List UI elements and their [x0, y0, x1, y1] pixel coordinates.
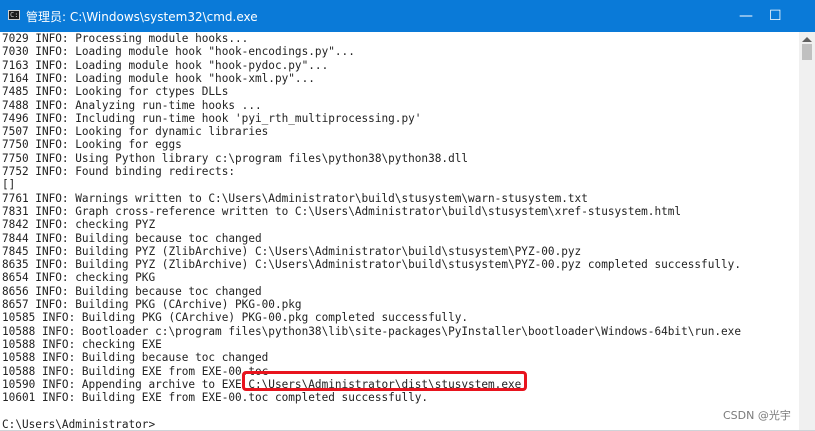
- scrollbar-thumb[interactable]: [802, 44, 812, 60]
- watermark: CSDN @光宇: [723, 409, 791, 422]
- console-line: 7164 INFO: Loading module hook "hook-xml…: [2, 70, 315, 85]
- console-line: 8654 INFO: checking PKG: [2, 270, 156, 285]
- console-line: 7507 INFO: Looking for dynamic libraries: [2, 124, 269, 139]
- console-line: 10588 INFO: Building EXE from EXE-00.toc: [2, 363, 269, 378]
- console-line: 10588 INFO: Bootloader c:\program files\…: [2, 323, 742, 338]
- console-line: 10588 INFO: Building because toc changed: [2, 350, 269, 365]
- console-line: 7488 INFO: Analyzing run-time hooks ...: [2, 97, 262, 112]
- console-line: 8635 INFO: Building PYZ (ZlibArchive) C:…: [2, 257, 742, 272]
- vertical-scrollbar[interactable]: [799, 32, 815, 431]
- console-line: 7163 INFO: Loading module hook "hook-pyd…: [2, 57, 329, 72]
- window-title: 管理员: C:\Windows\system32\cmd.exe: [26, 10, 258, 24]
- console-line: 10585 INFO: Building PKG (CArchive) PKG-…: [2, 310, 469, 325]
- console-line: 7845 INFO: Building PYZ (ZlibArchive) C:…: [2, 243, 582, 258]
- cmd-icon: C:: [8, 10, 20, 20]
- console-line: 10588 INFO: checking EXE: [2, 336, 162, 351]
- console-line: 7030 INFO: Loading module hook "hook-enc…: [2, 44, 355, 59]
- console-line: 7029 INFO: Processing module hooks...: [2, 32, 249, 45]
- minimize-button[interactable]: —: [723, 0, 769, 32]
- command-prompt: C:\Users\Administrator>: [2, 416, 156, 431]
- console-line: 8657 INFO: Building PKG (CArchive) PKG-0…: [2, 297, 302, 311]
- title-bar[interactable]: C: 管理员: C:\Windows\system32\cmd.exe — ☐: [0, 0, 815, 32]
- console-line: 7844 INFO: Building because toc changed: [2, 230, 262, 245]
- exe-path-highlight-box: [242, 371, 527, 391]
- scroll-up-arrow-icon[interactable]: [802, 37, 812, 42]
- console-line: 7842 INFO: checking PYZ: [2, 217, 156, 232]
- console-line: 7485 INFO: Looking for ctypes DLLs: [2, 84, 229, 99]
- console-line: 7750 INFO: Looking for eggs: [2, 137, 182, 152]
- console-line: 7831 INFO: Graph cross-reference written…: [2, 203, 682, 218]
- console-line: 7750 INFO: Using Python library c:\progr…: [2, 150, 469, 165]
- console-line: 7752 INFO: Found binding redirects:: [2, 164, 236, 178]
- console-line: 10601 INFO: Building EXE from EXE-00.toc…: [2, 390, 429, 405]
- console-line: []: [2, 177, 16, 192]
- console-line: 8656 INFO: Building because toc changed: [2, 283, 262, 298]
- console-line: 7761 INFO: Warnings written to C:\Users\…: [2, 190, 588, 205]
- console-line: 7496 INFO: Including run-time hook 'pyi_…: [2, 110, 422, 125]
